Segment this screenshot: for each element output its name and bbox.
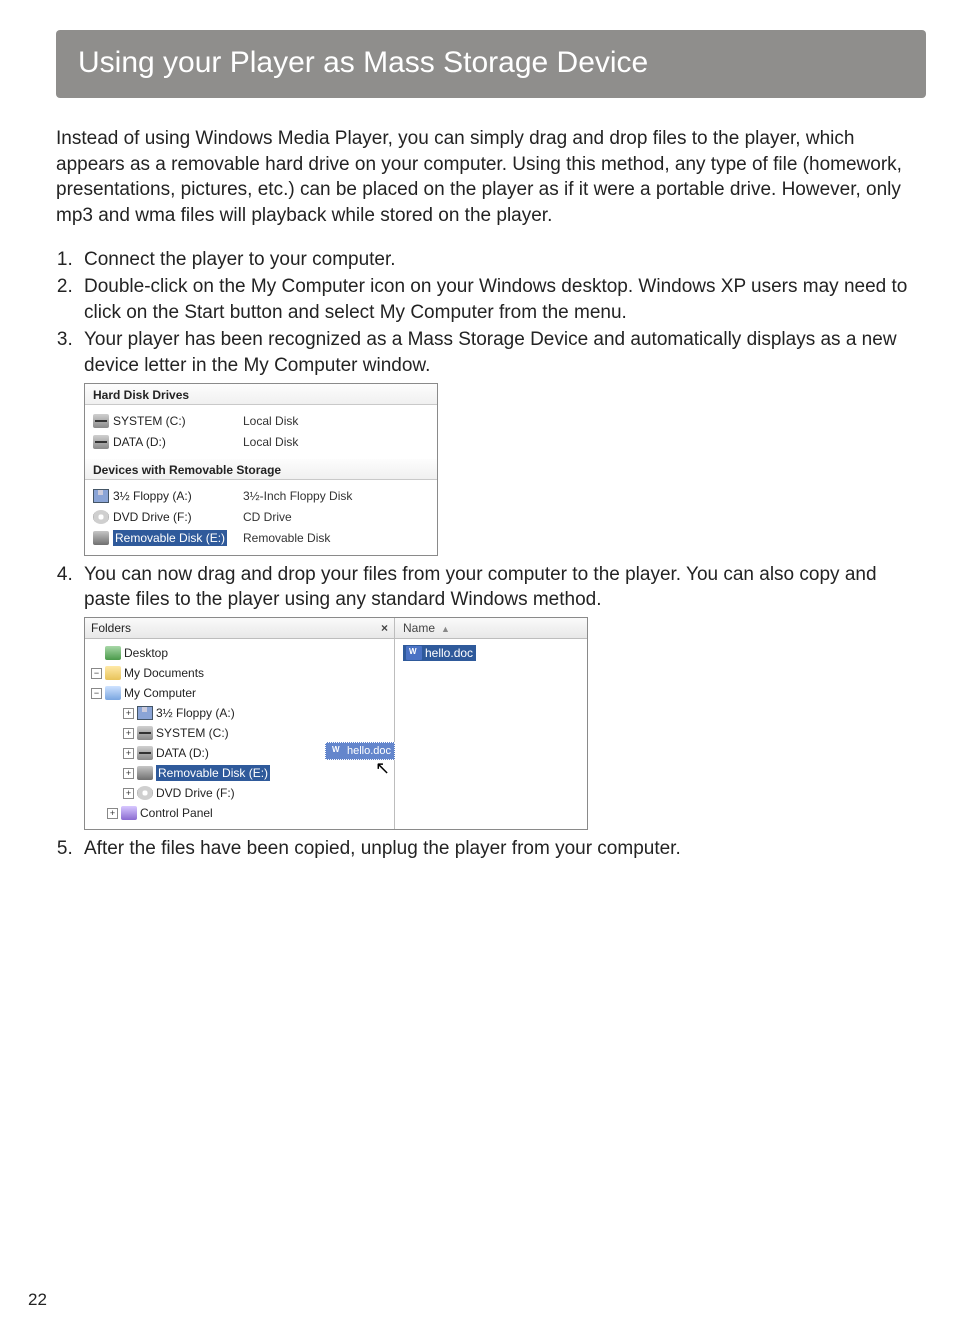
tree-node-removable-e[interactable]: + Removable Disk (E:) <box>89 763 390 783</box>
expand-icon[interactable]: + <box>107 808 118 819</box>
hdd-icon <box>93 435 109 449</box>
folder-tree: Desktop − My Documents − My Computer + 3… <box>85 639 394 829</box>
hdd-icon <box>137 726 153 740</box>
my-computer-icon <box>105 686 121 700</box>
hdd-icon <box>137 746 153 760</box>
drive-row-floppy-a[interactable]: 3½ Floppy (A:) 3½-Inch Floppy Disk <box>93 486 429 507</box>
tree-node-system-c[interactable]: + SYSTEM (C:) <box>89 723 390 743</box>
expand-icon[interactable]: + <box>123 768 134 779</box>
intro-paragraph: Instead of using Windows Media Player, y… <box>56 126 926 229</box>
tree-node-desktop[interactable]: Desktop <box>89 643 390 663</box>
drive-row-removable-e[interactable]: Removable Disk (E:) Removable Disk <box>93 528 429 549</box>
removable-disk-icon <box>93 531 109 545</box>
page-title: Using your Player as Mass Storage Device <box>56 30 926 98</box>
collapse-icon[interactable]: − <box>91 688 102 699</box>
word-doc-icon <box>406 646 422 660</box>
floppy-icon <box>137 706 153 720</box>
collapse-icon[interactable]: − <box>91 668 102 679</box>
folders-pane-label: Folders <box>91 621 131 635</box>
expand-icon[interactable]: + <box>123 788 134 799</box>
step-2: Double-click on the My Computer icon on … <box>78 274 926 325</box>
hdd-icon <box>93 414 109 428</box>
expand-icon[interactable]: + <box>123 728 134 739</box>
word-doc-icon <box>329 744 345 758</box>
page-number: 22 <box>28 1290 47 1310</box>
tree-node-dvd-f[interactable]: + DVD Drive (F:) <box>89 783 390 803</box>
drive-row-data-d[interactable]: DATA (D:) Local Disk <box>93 432 429 453</box>
cursor-icon: ↖ <box>375 758 390 779</box>
step-5: After the files have been copied, unplug… <box>78 836 926 862</box>
figure-explorer: Folders × Desktop − My Documents − My Co… <box>84 617 588 830</box>
tree-node-control-panel[interactable]: + Control Panel <box>89 803 390 823</box>
instruction-list-cont: You can now drag and drop your files fro… <box>28 562 926 613</box>
tree-node-floppy[interactable]: + 3½ Floppy (A:) <box>89 703 390 723</box>
instruction-list: Connect the player to your computer. Dou… <box>28 247 926 379</box>
step-1: Connect the player to your computer. <box>78 247 926 273</box>
tree-node-my-documents[interactable]: − My Documents <box>89 663 390 683</box>
expand-icon[interactable]: + <box>123 708 134 719</box>
section-header-hdd: Hard Disk Drives <box>85 384 437 405</box>
cd-icon <box>93 510 109 524</box>
figure-my-computer: Hard Disk Drives SYSTEM (C:) Local Disk … <box>84 383 438 556</box>
floppy-icon <box>93 489 109 503</box>
step-4: You can now drag and drop your files fro… <box>78 562 926 613</box>
removable-disk-icon <box>137 766 153 780</box>
file-hello-doc[interactable]: hello.doc <box>403 645 476 661</box>
sort-ascending-icon: ▲ <box>441 624 450 634</box>
step-3: Your player has been recognized as a Mas… <box>78 327 926 378</box>
close-icon[interactable]: × <box>381 621 388 635</box>
tree-node-my-computer[interactable]: − My Computer <box>89 683 390 703</box>
instruction-list-end: After the files have been copied, unplug… <box>28 836 926 862</box>
column-header-name[interactable]: Name▲ <box>395 618 587 639</box>
expand-icon[interactable]: + <box>123 748 134 759</box>
drive-row-dvd-f[interactable]: DVD Drive (F:) CD Drive <box>93 507 429 528</box>
cd-icon <box>137 786 153 800</box>
desktop-icon <box>105 646 121 660</box>
drive-row-system-c[interactable]: SYSTEM (C:) Local Disk <box>93 411 429 432</box>
control-panel-icon <box>121 806 137 820</box>
section-header-removable: Devices with Removable Storage <box>85 459 437 480</box>
folder-icon <box>105 666 121 680</box>
